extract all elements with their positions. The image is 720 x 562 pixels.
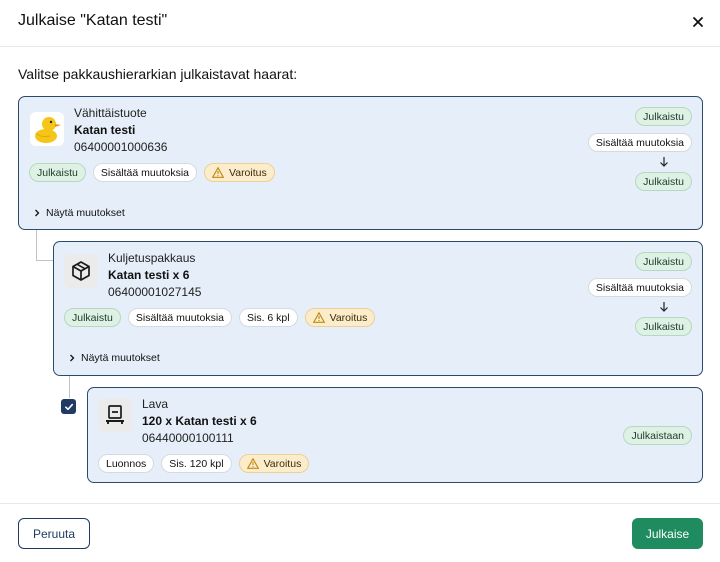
status-badge-draft: Luonnos: [98, 454, 155, 473]
show-changes-toggle[interactable]: Näytä muutokset: [68, 352, 160, 364]
hierarchy-card-pallet[interactable]: Lava 120 x Katan testi x 6 0644000010011…: [87, 387, 703, 483]
show-changes-label: Näytä muutokset: [81, 352, 160, 364]
product-name: Katan testi: [74, 123, 136, 137]
dialog-header: Julkaise "Katan testi": [0, 0, 720, 47]
badge-row: Julkaistu Sisältää muutoksia Varoitus: [29, 163, 275, 182]
dialog-footer: [0, 503, 720, 562]
status-current: Julkaistu: [635, 107, 692, 126]
chevron-right-icon: [35, 209, 40, 217]
package-type: Lava: [142, 397, 169, 411]
status-badge-changes: Sisältää muutoksia: [92, 163, 197, 182]
rubber-duck-image: [30, 112, 64, 146]
warning-icon: [246, 458, 259, 469]
quantity-badge: Sis. 6 kpl: [239, 308, 298, 327]
show-changes-toggle[interactable]: Näytä muutokset: [33, 207, 125, 219]
warning-label: Varoitus: [329, 311, 368, 324]
status-current: Julkaistu: [635, 252, 692, 271]
hierarchy-card-transport[interactable]: Kuljetuspakkaus Katan testi x 6 06400001…: [53, 241, 703, 376]
warning-badge: Varoitus: [204, 163, 275, 182]
cancel-button[interactable]: Peruuta: [18, 518, 90, 549]
warning-icon: [212, 167, 224, 178]
quantity-badge: Sis. 120 kpl: [161, 454, 232, 473]
dialog-title: Julkaise "Katan testi": [18, 12, 168, 29]
product-name: 120 x Katan testi x 6: [142, 414, 257, 428]
product-name: Katan testi x 6: [108, 268, 190, 282]
package-box-icon: [64, 254, 98, 288]
status-transition: Julkaistu Sisältää muutoksia Julkaistu: [582, 252, 692, 336]
status-changes: Sisältää muutoksia: [587, 133, 692, 152]
chevron-right-icon: [70, 354, 75, 362]
hierarchy-prompt: Valitse pakkaushierarkian julkaistavat h…: [18, 66, 298, 82]
warning-icon: [312, 312, 325, 323]
package-type: Kuljetuspakkaus: [108, 251, 196, 265]
status-target: Julkaistaan: [623, 426, 692, 445]
close-icon[interactable]: [690, 14, 706, 30]
warning-badge: Varoitus: [304, 308, 376, 327]
pallet-select-checkbox[interactable]: [61, 399, 76, 414]
badge-row: Luonnos Sis. 120 kpl Varoitus: [98, 454, 310, 473]
status-badge-published: Julkaistu: [29, 163, 86, 182]
hierarchy-card-retail[interactable]: Vähittäistuote Katan testi 0640000100063…: [18, 96, 703, 230]
warning-badge: Varoitus: [238, 454, 310, 473]
arrow-down-icon: [660, 157, 668, 167]
status-badge-published: Julkaistu: [64, 308, 121, 327]
checkmark-icon: [64, 403, 73, 410]
status-target: Julkaistu: [635, 172, 692, 191]
status-transition: Julkaistu Sisältää muutoksia Julkaistu: [582, 107, 692, 191]
warning-label: Varoitus: [263, 457, 302, 470]
pallet-icon: [98, 398, 132, 432]
arrow-down-icon: [660, 302, 668, 312]
gtin-code: 06440000100111: [142, 431, 234, 445]
warning-label: Varoitus: [229, 166, 267, 179]
publish-button[interactable]: Julkaise: [632, 518, 703, 549]
package-type: Vähittäistuote: [74, 106, 147, 120]
status-target: Julkaistu: [635, 317, 692, 336]
tree-connector: [36, 230, 53, 261]
status-badge-changes: Sisältää muutoksia: [127, 308, 232, 327]
status-changes: Sisältää muutoksia: [587, 278, 692, 297]
tree-connector: [69, 376, 70, 398]
badge-row: Julkaistu Sisältää muutoksia Sis. 6 kpl …: [64, 308, 376, 327]
gtin-code: 06400001000636: [74, 140, 168, 154]
show-changes-label: Näytä muutokset: [46, 207, 125, 219]
gtin-code: 06400001027145: [108, 285, 202, 299]
